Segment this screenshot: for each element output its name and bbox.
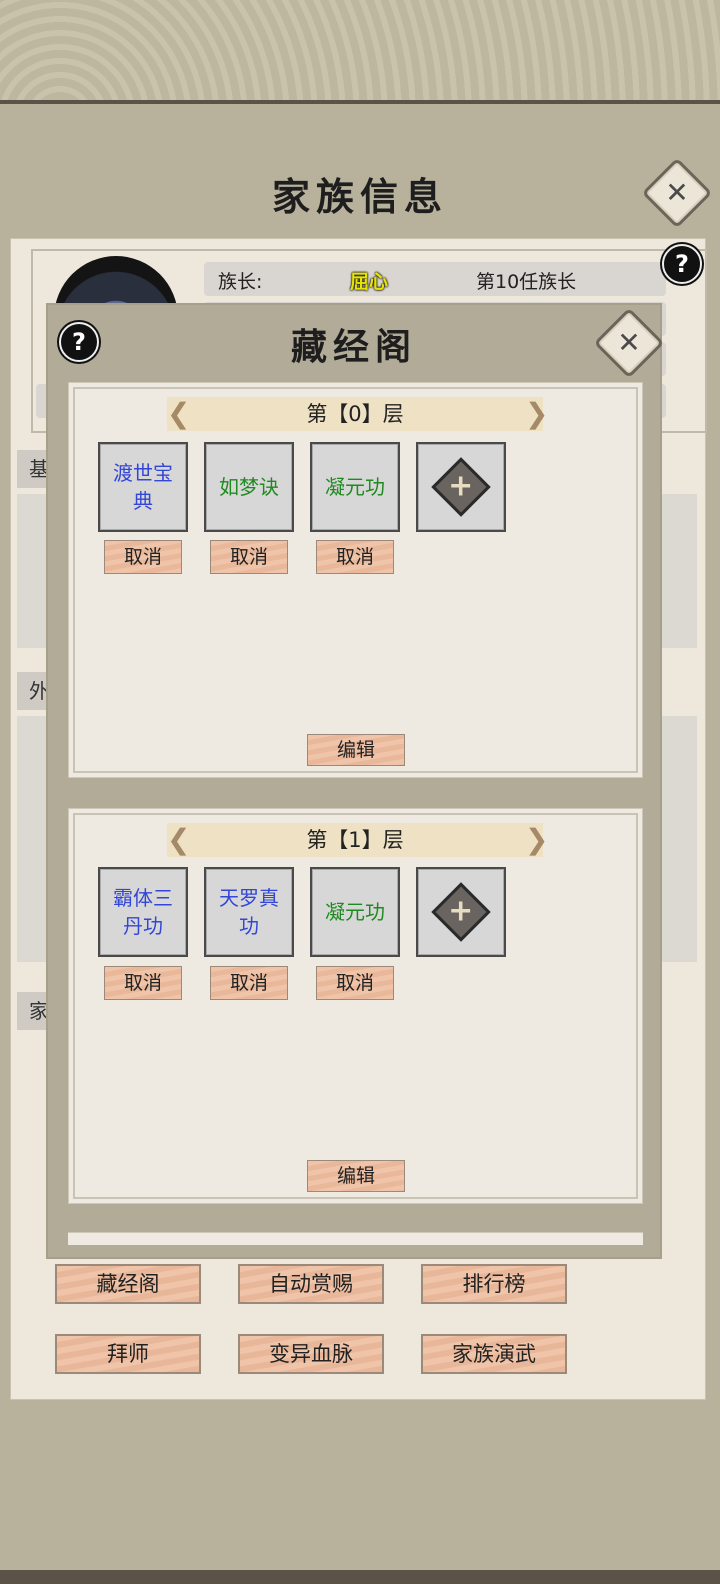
auto-reward-button[interactable]: 自动赏赐 (238, 1264, 384, 1304)
chevron-right-icon[interactable]: ❯ (525, 397, 548, 431)
leader-row: 族长: 屈心 第10任族长 (204, 262, 666, 296)
floor-panel-1: ❮ 第【1】层 ❯ 霸体三丹功 天罗真功 凝元功 + 取消 取消 取消 编辑 (68, 808, 643, 1204)
apprentice-button[interactable]: 拜师 (55, 1334, 201, 1374)
close-icon: ✕ (665, 176, 689, 209)
plus-diamond-icon: + (431, 457, 491, 517)
floor-label: 第【0】层 (306, 402, 404, 426)
decorative-footer-band (0, 1570, 720, 1584)
library-button[interactable]: 藏经阁 (55, 1264, 201, 1304)
close-icon: ✕ (617, 326, 641, 359)
help-icon: ? (72, 328, 86, 356)
skill-slot[interactable]: 如梦诀 (204, 442, 294, 532)
add-skill-slot[interactable]: + (416, 867, 506, 957)
dialog-title: 藏经阁 (290, 326, 417, 368)
skill-slot[interactable]: 霸体三丹功 (98, 867, 188, 957)
skill-slot[interactable]: 天罗真功 (204, 867, 294, 957)
leader-label: 族长: (218, 271, 263, 293)
cancel-button[interactable]: 取消 (104, 966, 182, 1000)
skill-slot[interactable]: 凝元功 (310, 442, 400, 532)
leader-generation: 第10任族长 (476, 271, 577, 293)
cancel-button[interactable]: 取消 (316, 966, 394, 1000)
family-help-button[interactable]: ? (662, 244, 702, 284)
skill-slot[interactable]: 凝元功 (310, 867, 400, 957)
plus-diamond-icon: + (431, 882, 491, 942)
floor-panel-0: ❮ 第【0】层 ❯ 渡世宝典 如梦诀 凝元功 + 取消 取消 取消 编辑 (68, 382, 643, 778)
floor-label: 第【1】层 (306, 828, 404, 852)
leaderboard-button[interactable]: 排行榜 (421, 1264, 567, 1304)
chevron-left-icon[interactable]: ❮ (167, 397, 190, 431)
leader-name[interactable]: 屈心 (350, 267, 388, 294)
cancel-button[interactable]: 取消 (104, 540, 182, 574)
family-martial-button[interactable]: 家族演武 (421, 1334, 567, 1374)
edit-button[interactable]: 编辑 (307, 734, 405, 766)
mutant-bloodline-button[interactable]: 变异血脉 (238, 1334, 384, 1374)
chevron-left-icon[interactable]: ❮ (167, 823, 190, 857)
skill-slot[interactable]: 渡世宝典 (98, 442, 188, 532)
decorative-header-band (0, 0, 720, 104)
floor-header: ❮ 第【1】层 ❯ (167, 823, 548, 857)
cancel-button[interactable]: 取消 (210, 966, 288, 1000)
page-title: 家族信息 (271, 174, 448, 219)
cancel-button[interactable]: 取消 (316, 540, 394, 574)
floor-panel-2-partial (68, 1232, 643, 1245)
add-skill-slot[interactable]: + (416, 442, 506, 532)
edit-button[interactable]: 编辑 (307, 1160, 405, 1192)
chevron-right-icon[interactable]: ❯ (525, 823, 548, 857)
floor-header: ❮ 第【0】层 ❯ (167, 397, 548, 431)
help-icon: ? (675, 250, 689, 278)
cancel-button[interactable]: 取消 (210, 540, 288, 574)
dialog-help-button[interactable]: ? (59, 322, 99, 362)
